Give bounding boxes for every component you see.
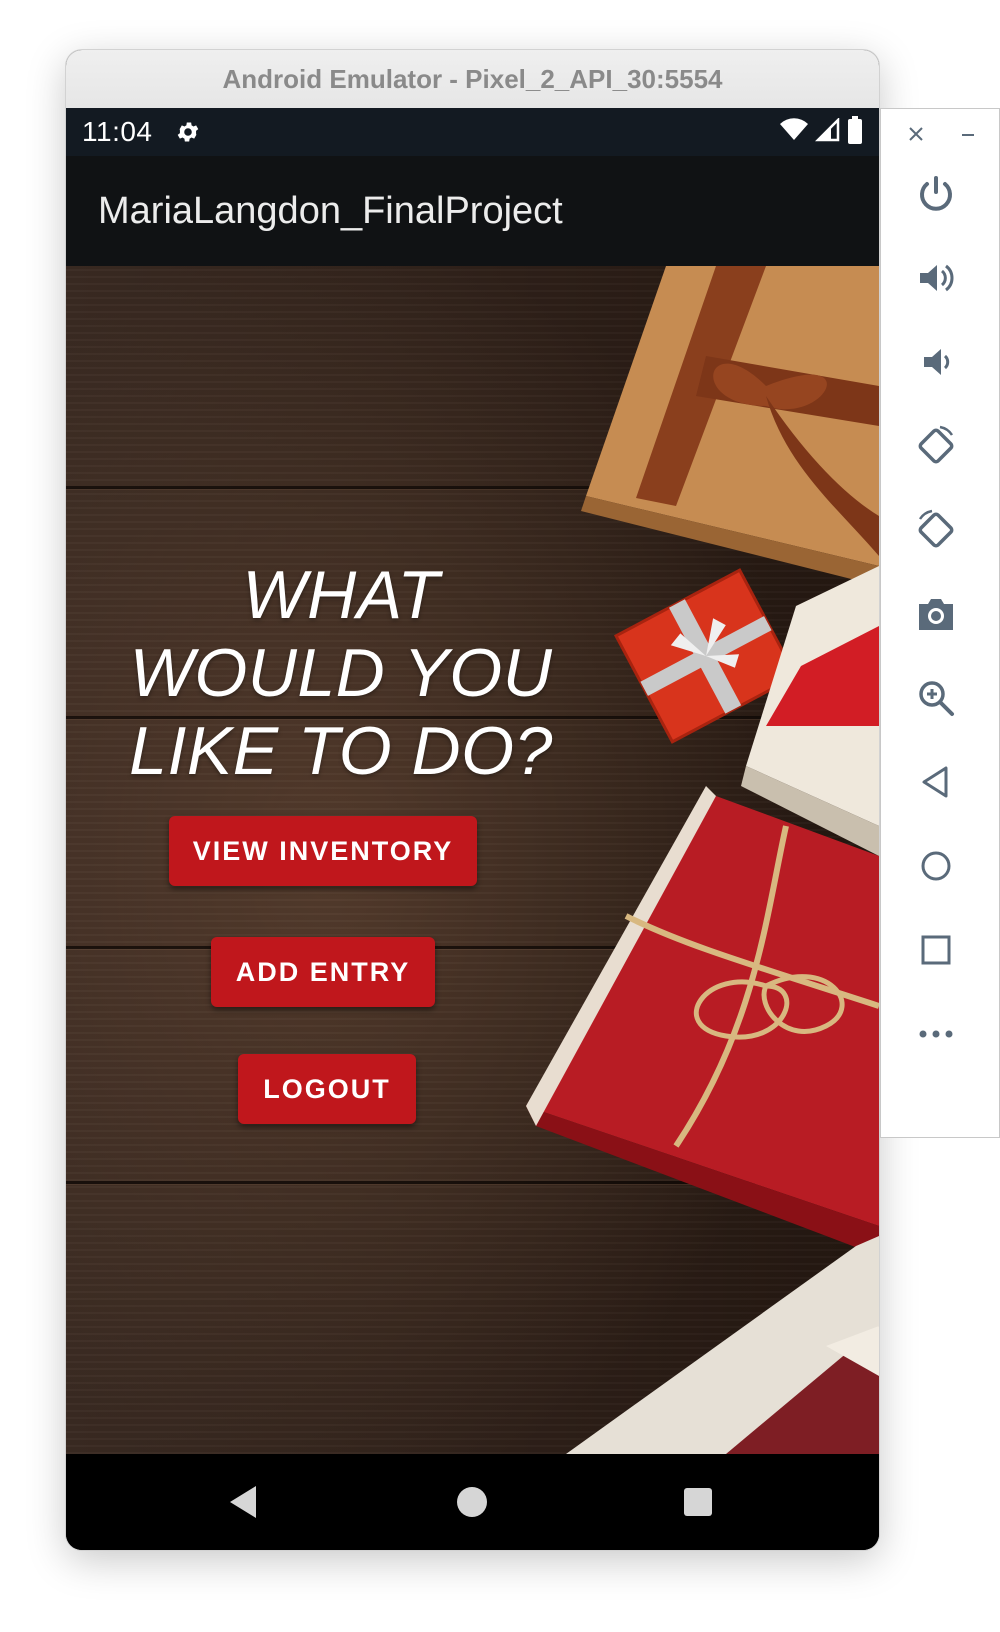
camera-icon[interactable]: [911, 589, 961, 639]
kraft-gift-box: [581, 266, 879, 586]
window-titlebar[interactable]: Android Emulator - Pixel_2_API_30:5554: [66, 50, 879, 108]
wifi-icon: [779, 117, 809, 147]
zoom-icon[interactable]: [911, 673, 961, 723]
window-title: Android Emulator - Pixel_2_API_30:5554: [222, 63, 723, 94]
more-icon[interactable]: [911, 1009, 961, 1059]
view-inventory-button[interactable]: VIEW INVENTORY: [169, 816, 477, 886]
signal-icon: [814, 116, 841, 147]
rotate-right-icon[interactable]: [911, 505, 961, 555]
volume-up-icon[interactable]: [911, 253, 961, 303]
status-bar: 11:04: [66, 108, 879, 156]
power-icon[interactable]: [911, 169, 961, 219]
large-red-gift: [526, 786, 879, 1256]
battery-icon: [847, 115, 863, 149]
navigation-bar: [66, 1454, 879, 1550]
app-bar: MariaLangdon_FinalProject: [66, 156, 879, 266]
rotate-left-icon[interactable]: [911, 421, 961, 471]
bottom-white-gift: [566, 1236, 879, 1454]
logout-button[interactable]: LOGOUT: [238, 1054, 416, 1124]
status-time: 11:04: [82, 116, 153, 147]
main-content: WHAT WOULD YOU LIKE TO DO? VIEW INVENTOR…: [66, 266, 879, 1454]
add-entry-button[interactable]: ADD ENTRY: [211, 937, 435, 1007]
settings-gear-icon: [175, 119, 201, 145]
close-icon[interactable]: [907, 125, 925, 148]
nav-recents-icon[interactable]: [680, 1484, 716, 1520]
back-icon[interactable]: [911, 757, 961, 807]
nav-back-icon[interactable]: [226, 1484, 262, 1520]
nav-home-icon[interactable]: [454, 1484, 490, 1520]
emulator-side-toolbar: [880, 108, 1000, 1138]
volume-down-icon[interactable]: [911, 337, 961, 387]
prompt-heading: WHAT WOULD YOU LIKE TO DO?: [129, 557, 553, 789]
device-screen: 11:04 MariaLangdon_FinalProject WHAT WOU…: [66, 108, 879, 1550]
emulator-window: Android Emulator - Pixel_2_API_30:5554 1…: [66, 50, 879, 1550]
home-icon[interactable]: [911, 841, 961, 891]
app-title: MariaLangdon_FinalProject: [98, 189, 563, 232]
overview-icon[interactable]: [911, 925, 961, 975]
minimize-icon[interactable]: [959, 125, 977, 148]
